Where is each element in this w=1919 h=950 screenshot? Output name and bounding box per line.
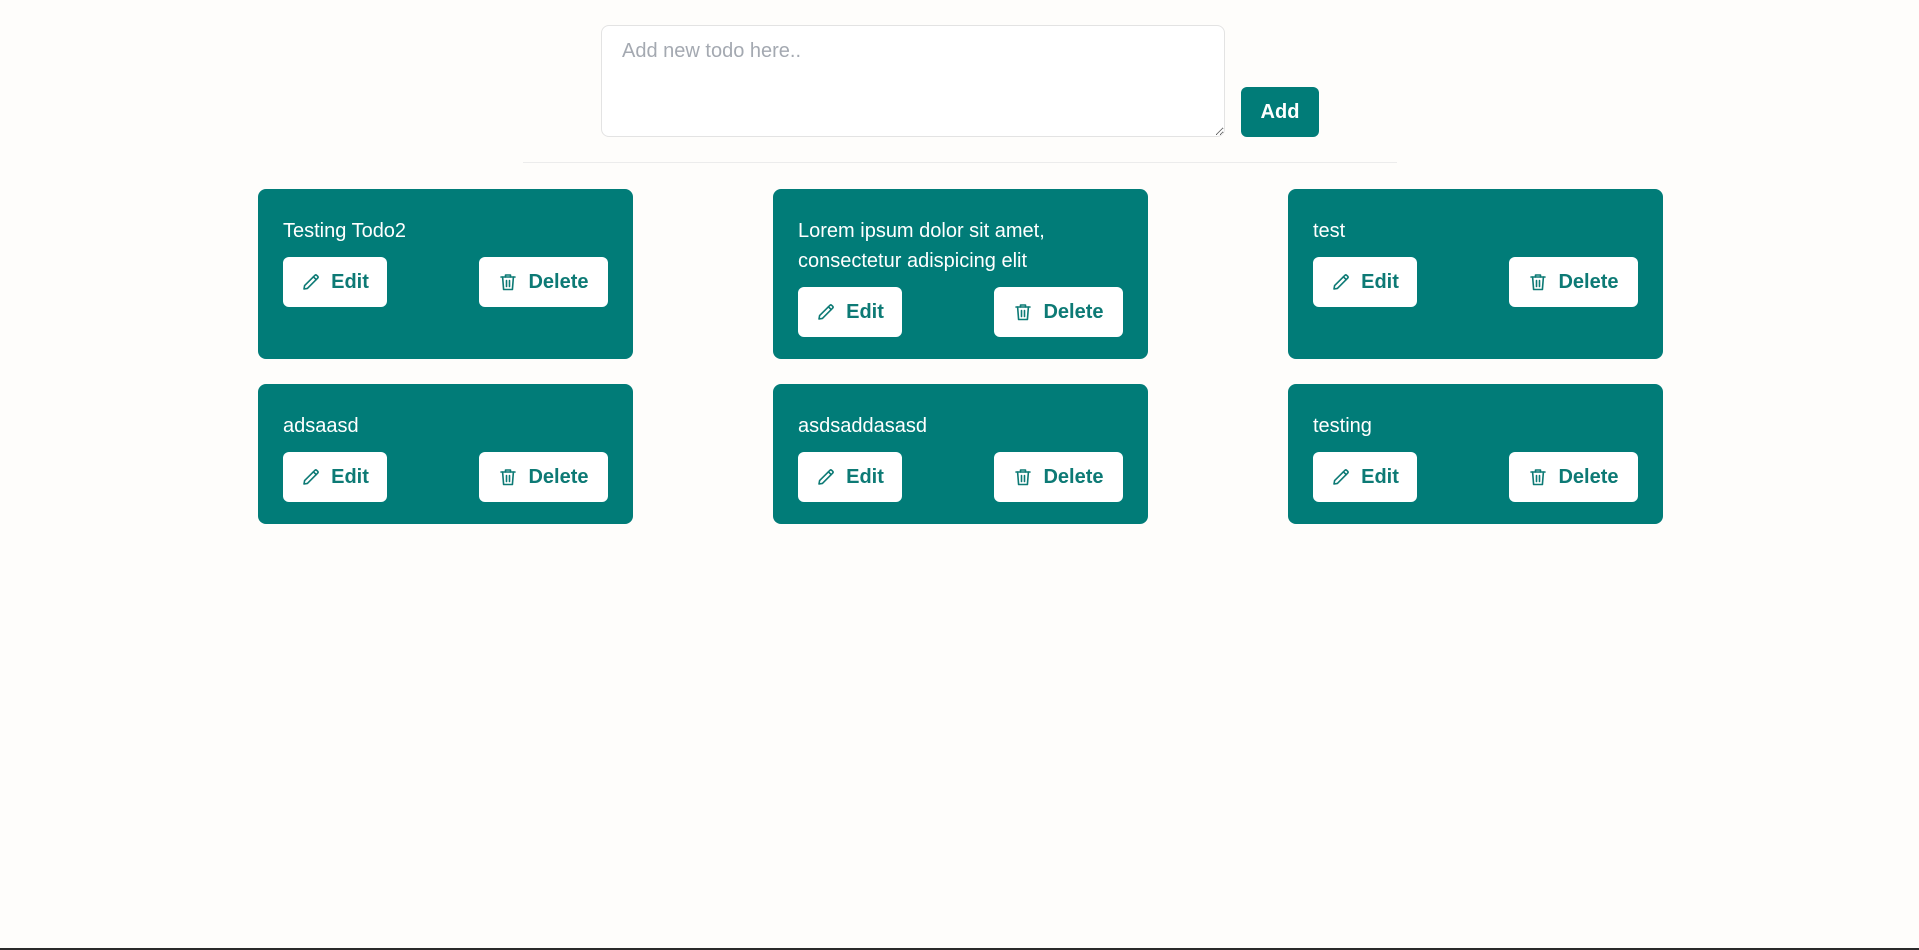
todo-text: adsaasd (283, 415, 359, 437)
trash-icon (1013, 302, 1033, 322)
todo-text: Testing Todo2 (283, 220, 407, 242)
edit-button[interactable]: Edit (798, 452, 902, 502)
todo-text: Lorem ipsum dolor sit amet, consectetur … (798, 220, 1045, 272)
delete-button[interactable]: Delete (1509, 452, 1638, 502)
todo-text: asdsaddasasd (798, 415, 927, 437)
pencil-icon (1331, 467, 1351, 487)
todo-card: adsaasd Edit Delete (258, 384, 633, 524)
todo-actions: Edit Delete (283, 257, 608, 307)
todo-actions: Edit Delete (283, 452, 608, 502)
edit-label: Edit (846, 465, 884, 488)
todo-card: asdsaddasasd Edit Delete (773, 384, 1148, 524)
pencil-icon (301, 467, 321, 487)
new-todo-form: Add (601, 25, 1319, 137)
todo-card: Testing Todo2 Edit Delete (258, 189, 633, 359)
new-todo-input[interactable] (601, 25, 1225, 137)
edit-button[interactable]: Edit (798, 287, 902, 337)
edit-button[interactable]: Edit (1313, 257, 1417, 307)
trash-icon (1528, 272, 1548, 292)
delete-label: Delete (1043, 300, 1104, 323)
divider (523, 162, 1397, 163)
pencil-icon (1331, 272, 1351, 292)
edit-label: Edit (846, 300, 884, 323)
trash-icon (498, 272, 518, 292)
trash-icon (1528, 467, 1548, 487)
delete-button[interactable]: Delete (479, 257, 608, 307)
delete-label: Delete (528, 465, 589, 488)
trash-icon (498, 467, 518, 487)
delete-label: Delete (1043, 465, 1104, 488)
todo-card: testing Edit Delete (1288, 384, 1663, 524)
delete-button[interactable]: Delete (994, 452, 1123, 502)
todo-card: Lorem ipsum dolor sit amet, consectetur … (773, 189, 1148, 359)
delete-button[interactable]: Delete (994, 287, 1123, 337)
delete-label: Delete (528, 270, 589, 293)
pencil-icon (816, 467, 836, 487)
edit-label: Edit (1361, 270, 1399, 293)
pencil-icon (301, 272, 321, 292)
pencil-icon (816, 302, 836, 322)
todo-actions: Edit Delete (798, 287, 1123, 337)
trash-icon (1013, 467, 1033, 487)
edit-button[interactable]: Edit (1313, 452, 1417, 502)
todo-card: test Edit Delete (1288, 189, 1663, 359)
delete-button[interactable]: Delete (479, 452, 608, 502)
todo-text: test (1313, 220, 1346, 242)
delete-label: Delete (1558, 465, 1619, 488)
edit-label: Edit (331, 270, 369, 293)
edit-button[interactable]: Edit (283, 452, 387, 502)
todo-actions: Edit Delete (1313, 257, 1638, 307)
add-button[interactable]: Add (1241, 87, 1319, 137)
todo-actions: Edit Delete (1313, 452, 1638, 502)
todo-actions: Edit Delete (798, 452, 1123, 502)
edit-label: Edit (1361, 465, 1399, 488)
delete-label: Delete (1558, 270, 1619, 293)
todo-text: testing (1313, 415, 1372, 437)
edit-button[interactable]: Edit (283, 257, 387, 307)
delete-button[interactable]: Delete (1509, 257, 1638, 307)
edit-label: Edit (331, 465, 369, 488)
